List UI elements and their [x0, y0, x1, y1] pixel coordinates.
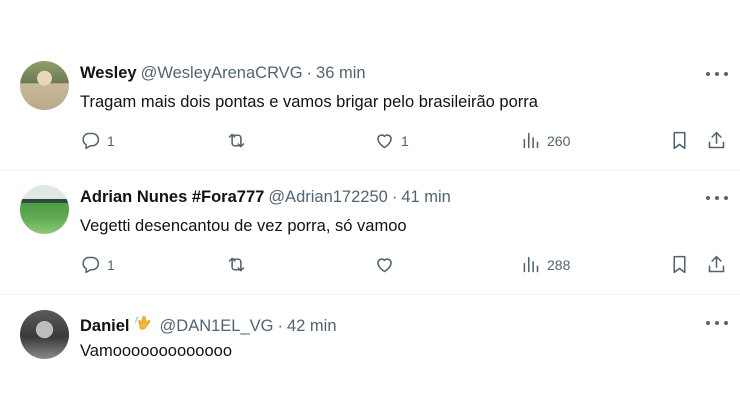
tweet-header: Daniel @DAN1EL_VG · 42 min — [80, 314, 337, 336]
share-upload-icon — [708, 131, 725, 149]
separator-dot: · — [391, 188, 398, 206]
reply-bubble-icon — [82, 256, 100, 274]
avatar-daniel[interactable] — [20, 310, 69, 359]
bookmark-icon — [673, 131, 686, 150]
author-name[interactable]: Wesley — [80, 64, 137, 83]
share-upload-icon — [708, 255, 725, 273]
like-button[interactable] — [374, 254, 401, 275]
author-name[interactable]: Adrian Nunes #Fora777 — [80, 188, 264, 207]
retweet-arrows-icon — [228, 257, 245, 272]
tweet-header: Adrian Nunes #Fora777 @Adrian172250 · 41… — [80, 188, 451, 207]
timestamp[interactable]: 36 min — [316, 64, 366, 83]
tweet-wesley[interactable]: Wesley @WesleyArenaCRVG · 36 min Tragam … — [0, 50, 740, 170]
author-name[interactable]: Daniel — [80, 317, 130, 336]
bookmark-button[interactable] — [669, 130, 690, 151]
retweet-button[interactable] — [226, 254, 253, 275]
reply-count: 1 — [107, 132, 115, 149]
views-bar-chart-icon — [523, 256, 539, 273]
tweet-adrian[interactable]: Adrian Nunes #Fora777 @Adrian172250 · 41… — [0, 170, 740, 294]
author-handle[interactable]: @Adrian172250 — [268, 188, 388, 207]
reply-button[interactable]: 1 — [80, 130, 115, 151]
bookmark-icon — [673, 255, 686, 274]
views-button[interactable]: 260 — [520, 130, 570, 151]
heart-icon — [377, 258, 392, 273]
more-options-icon[interactable] — [706, 70, 728, 78]
heart-icon — [377, 134, 392, 149]
views-button[interactable]: 288 — [520, 254, 570, 275]
waving-hand-emoji — [134, 314, 154, 336]
avatar-adrian[interactable] — [20, 185, 69, 234]
like-button[interactable]: 1 — [374, 130, 409, 151]
share-button[interactable] — [706, 254, 727, 275]
tweet-text: Tragam mais dois pontas e vamos brigar p… — [80, 93, 538, 111]
view-count: 288 — [547, 256, 571, 273]
avatar-wesley[interactable] — [20, 61, 69, 110]
view-count: 260 — [547, 132, 571, 149]
share-button[interactable] — [706, 130, 727, 151]
views-bar-chart-icon — [523, 132, 539, 149]
tweet-daniel[interactable]: Daniel @DAN1EL_VG · 42 min Vamoooooooooo… — [0, 294, 740, 416]
tweet-header: Wesley @WesleyArenaCRVG · 36 min — [80, 64, 366, 83]
action-bar: 1 288 — [0, 254, 740, 282]
like-count: 1 — [401, 132, 409, 149]
separator-dot: · — [277, 317, 284, 335]
author-handle[interactable]: @WesleyArenaCRVG — [141, 64, 303, 83]
separator-dot: · — [306, 64, 313, 82]
more-options-icon[interactable] — [706, 319, 728, 327]
reply-bubble-icon — [82, 132, 100, 150]
reply-count: 1 — [107, 256, 115, 273]
bookmark-button[interactable] — [669, 254, 690, 275]
timestamp[interactable]: 41 min — [401, 188, 451, 207]
retweet-arrows-icon — [228, 133, 245, 148]
author-handle[interactable]: @DAN1EL_VG — [160, 317, 274, 336]
more-options-icon[interactable] — [706, 194, 728, 202]
reply-button[interactable]: 1 — [80, 254, 115, 275]
tweet-text: Vegetti desencantou de vez porra, só vam… — [80, 217, 407, 235]
retweet-button[interactable] — [226, 130, 253, 151]
timestamp[interactable]: 42 min — [287, 317, 337, 336]
action-bar: 1 1 260 — [0, 130, 740, 158]
tweet-text: Vamooooooooooooo — [80, 342, 232, 360]
